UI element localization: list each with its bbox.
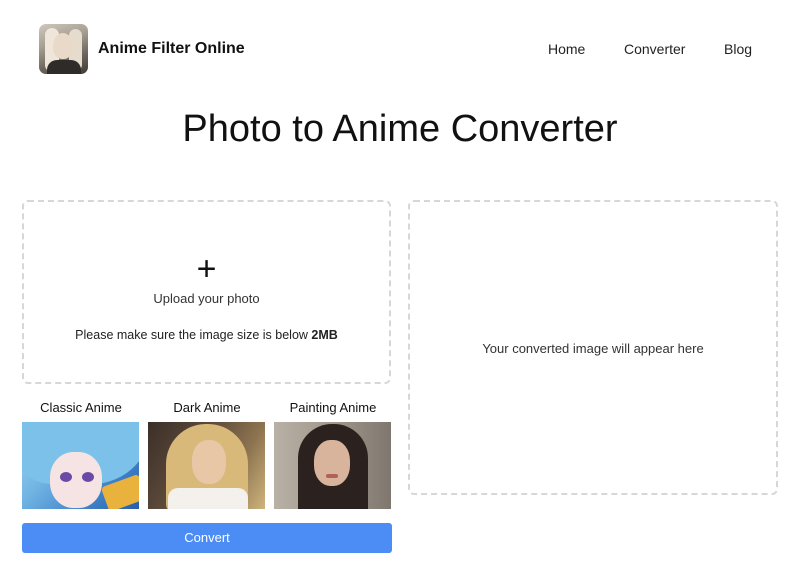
nav-converter[interactable]: Converter — [624, 41, 685, 57]
style-label-classic: Classic Anime — [40, 400, 122, 415]
thumb-face — [314, 440, 350, 486]
logo-image[interactable] — [39, 24, 88, 74]
thumb-face — [50, 452, 102, 508]
result-placeholder: Your converted image will appear here — [482, 341, 704, 356]
style-label-dark: Dark Anime — [173, 400, 241, 415]
thumb-eye-left — [60, 472, 72, 482]
site-header: Anime Filter Online Home Converter Blog — [0, 0, 800, 100]
thumb-shirt — [168, 488, 248, 509]
upload-dropzone[interactable]: + Upload your photo Please make sure the… — [22, 200, 391, 384]
nav-blog[interactable]: Blog — [724, 41, 752, 57]
result-panel: Your converted image will appear here — [408, 200, 778, 495]
size-limit: 2MB — [311, 328, 338, 342]
thumb-lips — [326, 474, 338, 478]
style-label-painting: Painting Anime — [289, 400, 377, 415]
logo-body — [47, 60, 81, 74]
convert-button[interactable]: Convert — [22, 523, 392, 553]
nav-home[interactable]: Home — [548, 41, 585, 57]
page-title: Photo to Anime Converter — [182, 108, 618, 150]
size-note-text: Please make sure the image size is below — [75, 328, 312, 342]
size-note: Please make sure the image size is below… — [24, 328, 389, 342]
plus-icon[interactable]: + — [24, 252, 389, 286]
thumb-face — [192, 440, 226, 484]
style-option-classic-anime[interactable] — [22, 422, 139, 509]
upload-label[interactable]: Upload your photo — [24, 291, 389, 306]
style-option-dark-anime[interactable] — [148, 422, 265, 509]
brand-name[interactable]: Anime Filter Online — [98, 40, 245, 58]
style-option-painting-anime[interactable] — [274, 422, 391, 509]
logo-face — [53, 33, 73, 59]
thumb-eye-right — [82, 472, 94, 482]
